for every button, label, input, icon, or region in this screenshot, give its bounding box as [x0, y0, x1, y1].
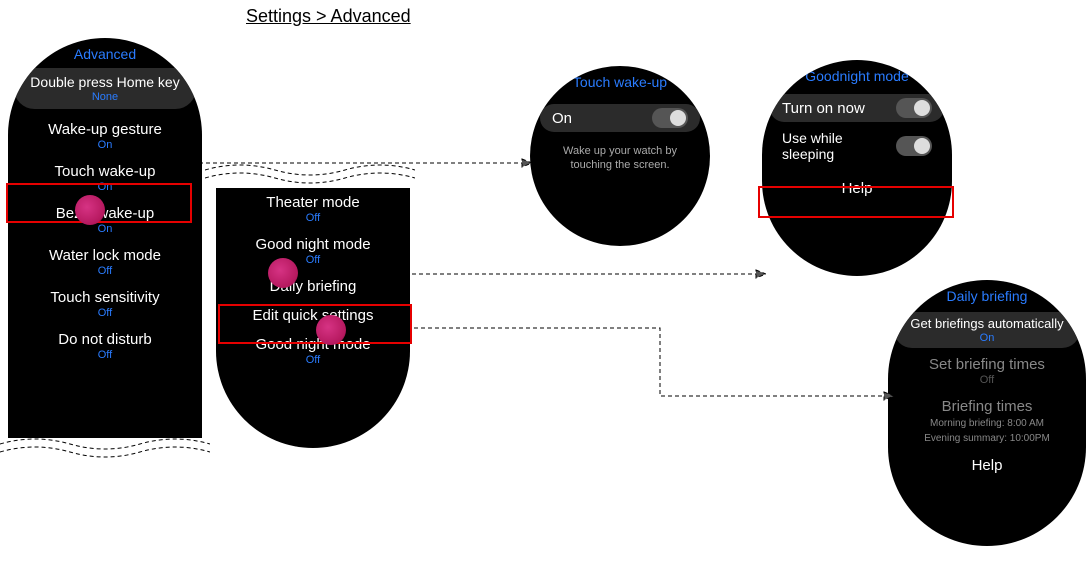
item-label: Water lock mode	[8, 247, 202, 264]
item-label: Get briefings automatically	[894, 316, 1080, 331]
item-water-lock[interactable]: Water lock mode Off	[8, 241, 202, 283]
item-touch-sensitivity[interactable]: Touch sensitivity Off	[8, 283, 202, 325]
get-briefings-auto[interactable]: Get briefings automatically On	[894, 312, 1080, 348]
item-status: Off	[8, 265, 202, 277]
item-label: Wake-up gesture	[8, 121, 202, 138]
briefing-time-morning: Morning briefing: 8:00 AM	[888, 417, 1086, 430]
touch-wakeup-toggle[interactable]: On	[540, 104, 700, 132]
item-status: On	[8, 223, 202, 235]
touch-indicator-icon	[268, 258, 298, 288]
scroll-cut-indicator	[0, 434, 210, 458]
briefing-times: Briefing times Morning briefing: 8:00 AM…	[888, 392, 1086, 451]
item-status: On	[894, 332, 1080, 344]
item-label: Double press Home key	[14, 74, 196, 90]
description-text: Wake up your watch by touching the scree…	[530, 138, 710, 173]
touch-wakeup-screen: Touch wake-up On Wake up your watch by t…	[530, 66, 710, 246]
turn-on-now-toggle[interactable]: Turn on now	[770, 94, 944, 122]
item-touch-wakeup[interactable]: Touch wake-up On	[8, 157, 202, 199]
item-label: Theater mode	[216, 194, 410, 211]
touch-indicator-icon	[75, 195, 105, 225]
flow-arrow	[412, 266, 766, 282]
briefing-time-evening: Evening summary: 10:00PM	[888, 432, 1086, 445]
item-daily-briefing[interactable]: Daily briefing	[216, 272, 410, 301]
item-label: Touch sensitivity	[8, 289, 202, 306]
daily-briefing-screen: Daily briefing Get briefings automatical…	[888, 280, 1086, 546]
item-label: Set briefing times	[888, 356, 1086, 373]
item-wake-gesture[interactable]: Wake-up gesture On	[8, 115, 202, 157]
toggle-label: Turn on now	[782, 100, 865, 117]
item-good-night-mode-dup[interactable]: Good night mode Off	[216, 330, 410, 372]
screen-title: Goodnight mode	[762, 60, 952, 84]
advanced-settings-screen: Advanced Double press Home key None Wake…	[8, 38, 202, 438]
switch-icon	[896, 98, 932, 118]
help-item[interactable]: Help	[888, 451, 1086, 484]
item-label: Daily briefing	[216, 278, 410, 295]
item-status: Off	[888, 374, 1086, 386]
item-double-press-home[interactable]: Double press Home key None	[14, 68, 196, 109]
advanced-settings-screen-scrolled: Theater mode Off Good night mode Off Dai…	[216, 188, 410, 448]
item-good-night-mode[interactable]: Good night mode Off	[216, 230, 410, 272]
use-while-sleeping-toggle[interactable]: Use while sleeping	[770, 126, 944, 166]
touch-indicator-icon	[316, 315, 346, 345]
item-status: Off	[216, 354, 410, 366]
item-label: Bezel wake-up	[8, 205, 202, 222]
item-edit-quick-settings[interactable]: Edit quick settings	[216, 301, 410, 330]
screen-title: Advanced	[8, 38, 202, 62]
switch-icon	[896, 136, 932, 156]
item-label: Do not disturb	[8, 331, 202, 348]
item-theater-mode[interactable]: Theater mode Off	[216, 188, 410, 230]
goodnight-mode-screen: Goodnight mode Turn on now Use while sle…	[762, 60, 952, 276]
help-item[interactable]: Help	[762, 170, 952, 207]
item-bezel-wakeup[interactable]: Bezel wake-up On	[8, 199, 202, 241]
screen-title: Touch wake-up	[530, 66, 710, 90]
switch-icon	[652, 108, 688, 128]
flow-arrow	[414, 324, 894, 404]
item-status: On	[8, 139, 202, 151]
toggle-label: On	[552, 110, 572, 127]
item-label: Good night mode	[216, 336, 410, 353]
toggle-label: Use while sleeping	[782, 130, 896, 162]
page-title: Settings > Advanced	[246, 6, 411, 27]
item-label: Briefing times	[888, 398, 1086, 415]
item-do-not-disturb[interactable]: Do not disturb Off	[8, 325, 202, 367]
set-briefing-times: Set briefing times Off	[888, 350, 1086, 392]
item-status: Off	[216, 254, 410, 266]
flow-arrow	[192, 155, 532, 171]
item-label: Edit quick settings	[216, 307, 410, 324]
item-status: None	[14, 91, 196, 103]
item-label: Touch wake-up	[8, 163, 202, 180]
item-status: Off	[8, 349, 202, 361]
screen-title: Daily briefing	[888, 280, 1086, 304]
item-status: On	[8, 181, 202, 193]
item-status: Off	[216, 212, 410, 224]
item-label: Good night mode	[216, 236, 410, 253]
item-status: Off	[8, 307, 202, 319]
